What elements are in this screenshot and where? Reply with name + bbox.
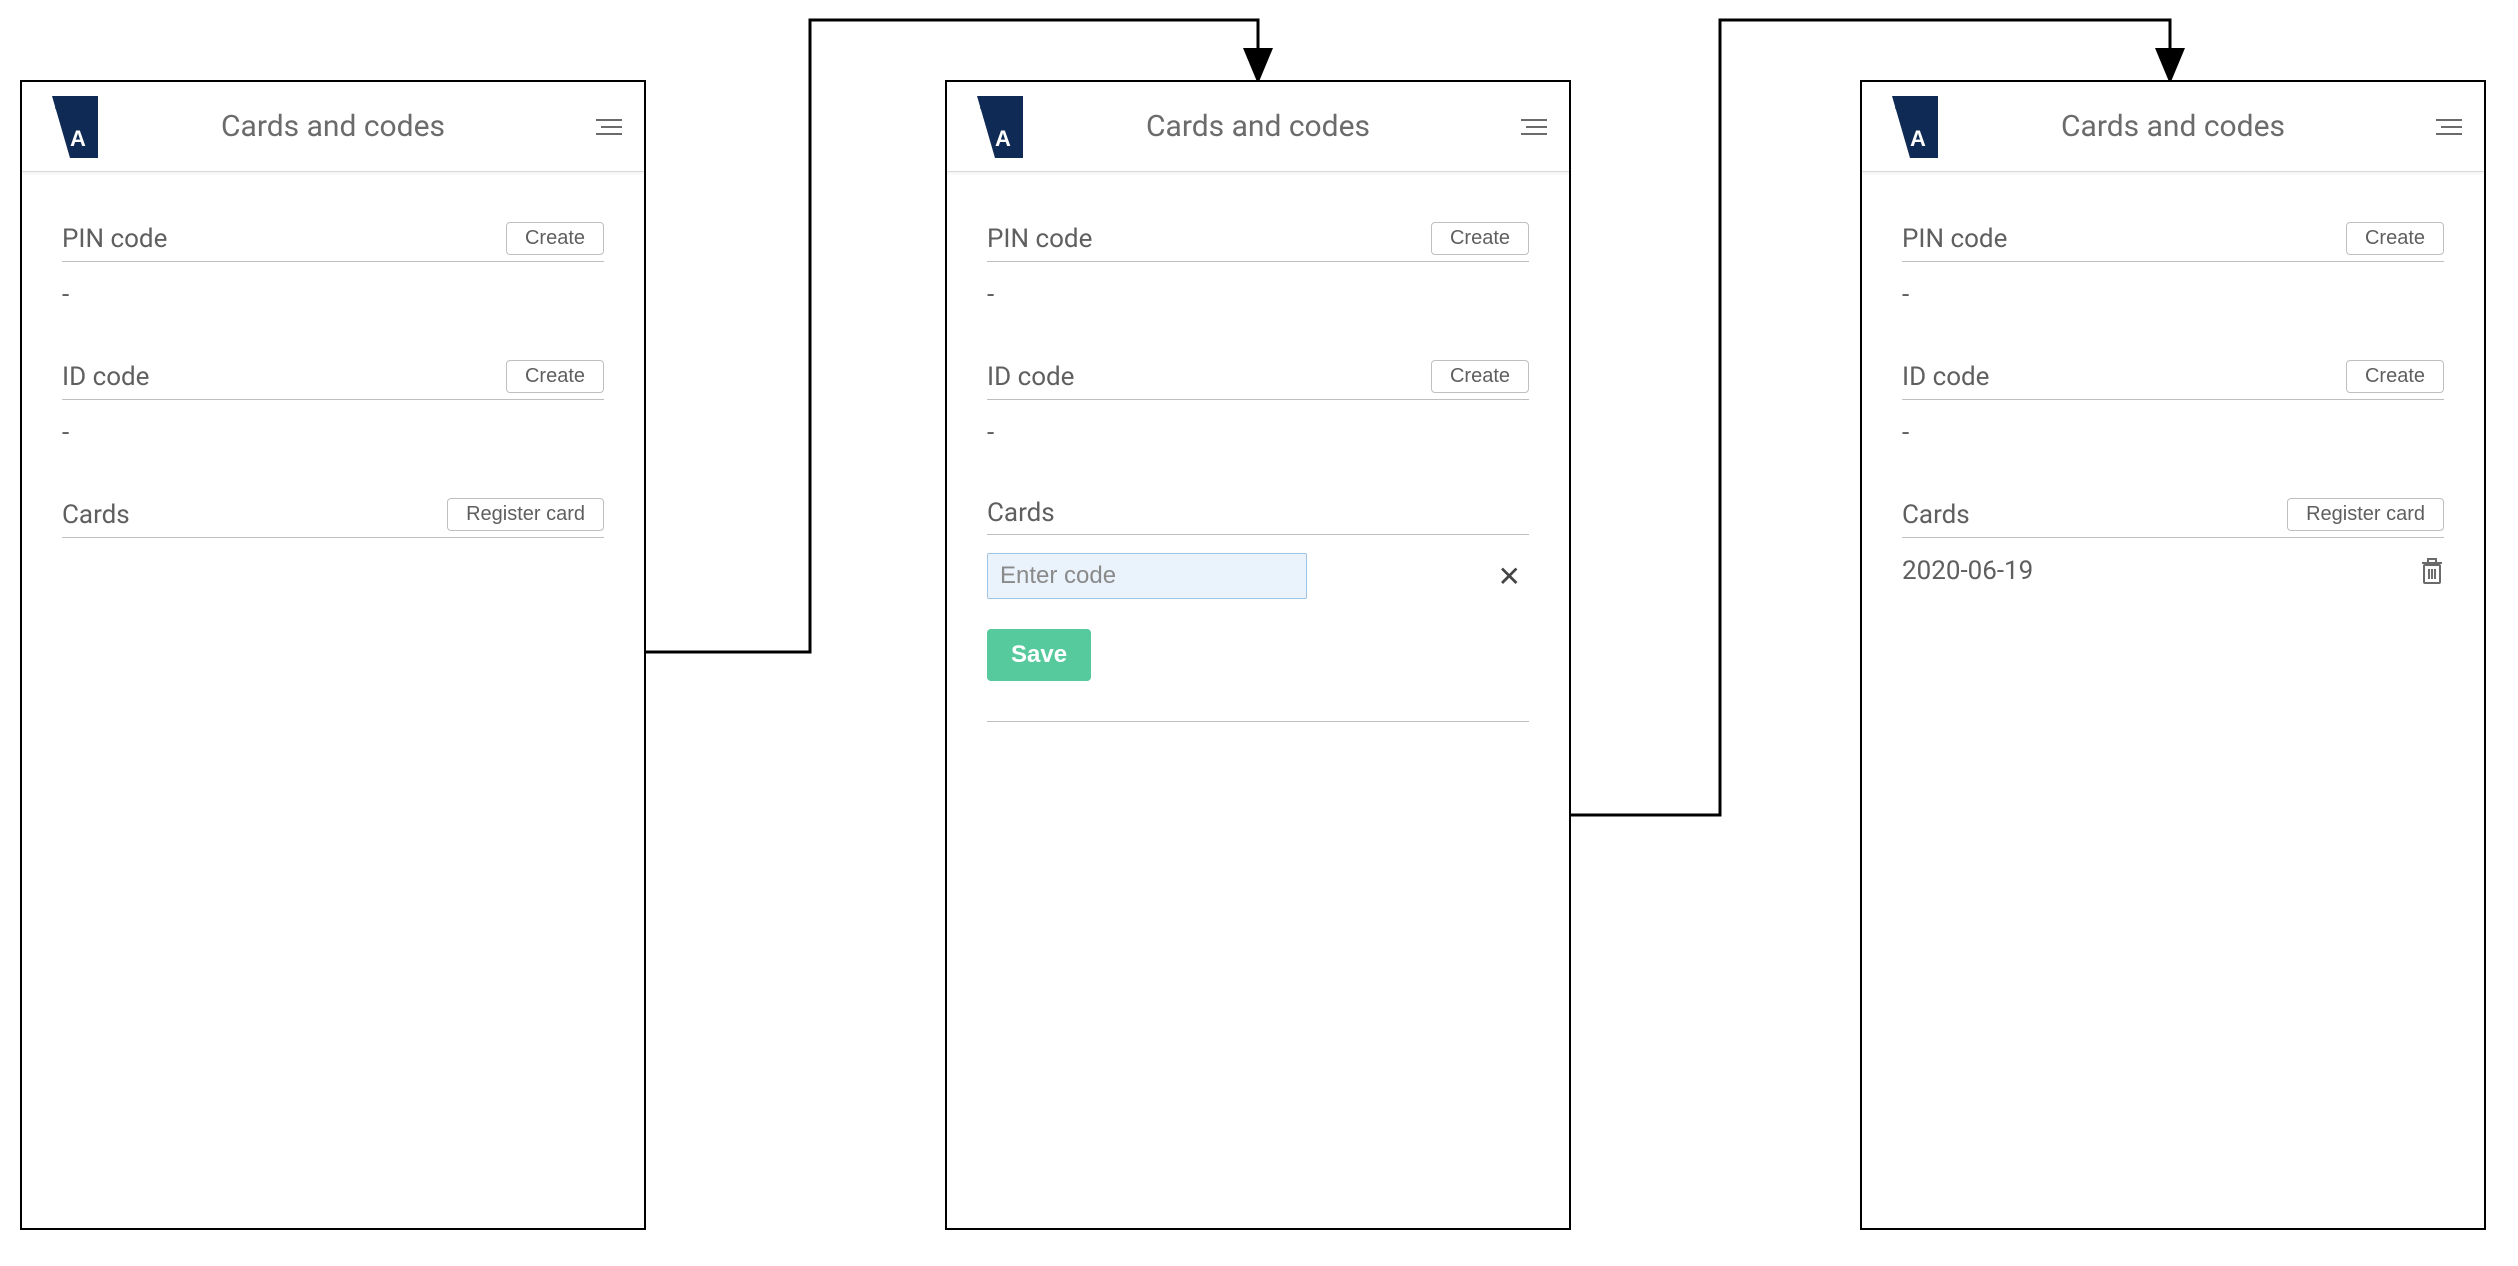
pin-code-row: PIN code Create — [62, 222, 604, 262]
id-code-row: ID code Create — [62, 360, 604, 400]
pin-code-label: PIN code — [987, 224, 1092, 254]
panel-step-3: T A Cards and codes PIN code Create - ID… — [1860, 80, 2486, 1230]
create-id-button[interactable]: Create — [2346, 360, 2444, 393]
create-pin-button[interactable]: Create — [506, 222, 604, 255]
menu-icon[interactable] — [1521, 114, 1547, 140]
cards-row: Cards — [987, 498, 1529, 535]
id-code-value: - — [987, 418, 1529, 448]
pin-code-value: - — [62, 280, 604, 310]
id-code-label: ID code — [1902, 362, 1989, 392]
register-card-button[interactable]: Register card — [447, 498, 604, 531]
create-id-button[interactable]: Create — [506, 360, 604, 393]
id-code-value: - — [1902, 418, 2444, 448]
svg-text:A: A — [1910, 126, 1926, 151]
id-code-label: ID code — [987, 362, 1074, 392]
menu-icon[interactable] — [596, 114, 622, 140]
id-code-value: - — [62, 418, 604, 448]
id-code-row: ID code Create — [987, 360, 1529, 400]
pin-code-label: PIN code — [62, 224, 167, 254]
panel-body: PIN code Create - ID code Create - Cards… — [22, 172, 644, 1228]
page-title: Cards and codes — [221, 109, 445, 144]
logo-icon: T A — [965, 96, 1023, 158]
panel-body: PIN code Create - ID code Create - Cards… — [947, 172, 1569, 1228]
cards-label: Cards — [987, 498, 1055, 528]
pin-code-label: PIN code — [1902, 224, 2007, 254]
panel-body: PIN code Create - ID code Create - Cards… — [1862, 172, 2484, 1228]
pin-code-row: PIN code Create — [987, 222, 1529, 262]
svg-text:T: T — [980, 102, 994, 127]
pin-code-row: PIN code Create — [1902, 222, 2444, 262]
create-id-button[interactable]: Create — [1431, 360, 1529, 393]
cards-label: Cards — [62, 500, 130, 530]
svg-text:T: T — [1895, 102, 1909, 127]
panel-step-1: T A Cards and codes PIN code Create - ID… — [20, 80, 646, 1230]
create-pin-button[interactable]: Create — [1431, 222, 1529, 255]
pin-code-value: - — [1902, 280, 2444, 310]
panel-header: T A Cards and codes — [22, 82, 644, 172]
id-code-label: ID code — [62, 362, 149, 392]
pin-code-value: - — [987, 280, 1529, 310]
create-pin-button[interactable]: Create — [2346, 222, 2444, 255]
panel-header: T A Cards and codes — [947, 82, 1569, 172]
cards-row: Cards Register card — [1902, 498, 2444, 538]
panel-header: T A Cards and codes — [1862, 82, 2484, 172]
register-card-button[interactable]: Register card — [2287, 498, 2444, 531]
card-entry-date: 2020-06-19 — [1902, 556, 2033, 586]
menu-icon[interactable] — [2436, 114, 2462, 140]
logo-icon: T A — [1880, 96, 1938, 158]
divider — [987, 721, 1529, 722]
svg-text:A: A — [995, 126, 1011, 151]
enter-code-input[interactable] — [987, 553, 1307, 599]
svg-text:T: T — [55, 102, 69, 127]
close-icon[interactable]: ✕ — [1490, 556, 1529, 597]
save-button[interactable]: Save — [987, 629, 1091, 681]
cards-row: Cards Register card — [62, 498, 604, 538]
id-code-row: ID code Create — [1902, 360, 2444, 400]
panel-step-2: T A Cards and codes PIN code Create - ID… — [945, 80, 1571, 1230]
logo-icon: T A — [40, 96, 98, 158]
card-entry: 2020-06-19 — [1902, 556, 2444, 586]
svg-text:A: A — [70, 126, 86, 151]
trash-icon[interactable] — [2420, 557, 2444, 585]
enter-code-row: ✕ — [987, 553, 1529, 599]
cards-label: Cards — [1902, 500, 1970, 530]
page-title: Cards and codes — [2061, 109, 2285, 144]
page-title: Cards and codes — [1146, 109, 1370, 144]
